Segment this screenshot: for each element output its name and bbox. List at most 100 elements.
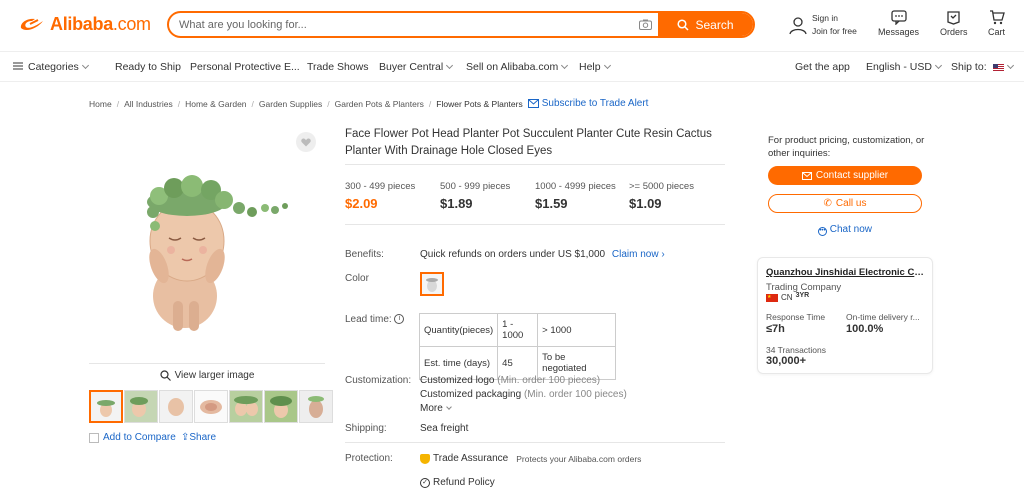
orders-button[interactable]: Orders xyxy=(940,10,968,37)
alibaba-logo-icon xyxy=(20,18,43,31)
claim-now-link[interactable]: Claim now › xyxy=(612,249,665,260)
supplier-origin: CN 3YR xyxy=(766,292,809,302)
table-cell: 1 - 1000 xyxy=(497,313,539,347)
more-link[interactable]: More xyxy=(420,403,452,414)
breadcrumb-item[interactable]: Garden Pots & Planters xyxy=(335,99,424,109)
price-tier-qty: 300 - 499 pieces xyxy=(345,181,416,192)
custom-packaging-row: Customized packaging (Min. order 100 pie… xyxy=(420,389,627,400)
chat-now-label: Chat now xyxy=(829,224,873,235)
nav-trade-shows[interactable]: Trade Shows xyxy=(307,61,368,73)
nav-ship-to[interactable]: Ship to: xyxy=(951,61,1014,73)
subscribe-trade-alert-link[interactable]: Subscribe to Trade Alert xyxy=(527,98,649,109)
nav-buyer-central-label: Buyer Central xyxy=(379,61,444,73)
on-time-value: 100.0% xyxy=(846,323,884,335)
protection-label: Protection: xyxy=(345,453,393,464)
product-thumbnail[interactable] xyxy=(229,390,263,423)
custom-logo-row: Customized logo (Min. order 100 pieces) xyxy=(420,375,600,386)
sign-in-link[interactable]: Sign in xyxy=(812,12,857,25)
lead-time-text: Lead time: xyxy=(345,314,392,325)
messages-button[interactable]: Messages xyxy=(878,10,919,37)
response-time-value: ≤7h xyxy=(766,323,785,335)
add-to-compare[interactable]: Add to Compare xyxy=(89,432,176,443)
nav-sell[interactable]: Sell on Alibaba.com xyxy=(466,61,569,73)
lead-time-table: Quantity(pieces) 1 - 1000 > 1000 Est. ti… xyxy=(418,313,617,380)
nav-help-label: Help xyxy=(579,61,601,73)
breadcrumb-item[interactable]: Garden Supplies xyxy=(259,99,322,109)
trade-assurance-label: Trade Assurance xyxy=(433,453,509,464)
chevron-down-icon xyxy=(446,61,454,70)
price-tier-price: $1.09 xyxy=(629,196,662,211)
logo-suffix: .com xyxy=(112,13,151,34)
supplier-name-link[interactable]: Quanzhou Jinshidai Electronic Com... xyxy=(766,267,928,278)
nav-get-app[interactable]: Get the app xyxy=(795,61,850,73)
breadcrumb-item[interactable]: Flower Pots & Planters xyxy=(436,99,522,109)
trade-assurance-row[interactable]: Trade Assurance Protects your Alibaba.co… xyxy=(420,453,641,464)
share-link[interactable]: ⇪Share xyxy=(181,432,216,443)
product-thumbnail[interactable] xyxy=(124,390,158,423)
refund-policy-label: Refund Policy xyxy=(433,477,495,488)
info-icon[interactable]: i xyxy=(394,314,405,325)
chevron-down-icon xyxy=(603,61,611,70)
call-us-label: Call us xyxy=(835,198,867,209)
cart-button[interactable]: Cart xyxy=(988,10,1005,37)
color-label: Color xyxy=(345,273,369,284)
price-tier-price: $1.59 xyxy=(535,196,568,211)
product-thumbnail[interactable] xyxy=(159,390,193,423)
color-swatch[interactable] xyxy=(420,272,444,296)
add-compare-label: Add to Compare xyxy=(103,432,176,443)
orders-icon xyxy=(947,11,960,25)
breadcrumb-item[interactable]: All Industries xyxy=(124,99,173,109)
favorite-heart-icon[interactable] xyxy=(296,132,316,152)
nav-ppe[interactable]: Personal Protective E... xyxy=(190,61,300,73)
chevron-down-icon xyxy=(81,61,89,70)
custom-pack-text: Customized packaging xyxy=(420,389,522,400)
camera-icon[interactable] xyxy=(632,13,658,36)
product-thumbnail[interactable] xyxy=(89,390,123,423)
nav-categories[interactable]: Categories xyxy=(13,61,89,73)
product-thumbnail[interactable] xyxy=(264,390,298,423)
nav-language-currency[interactable]: English - USD xyxy=(866,61,942,73)
refund-policy-row[interactable]: ✓ Refund Policy xyxy=(420,477,495,488)
nav-help[interactable]: Help xyxy=(579,61,611,73)
chevron-down-icon xyxy=(445,404,452,410)
search-button[interactable]: Search xyxy=(658,13,753,36)
price-tier: 300 - 499 pieces $2.09 xyxy=(345,181,415,211)
us-flag-icon xyxy=(992,63,1004,71)
table-cell: > 1000 xyxy=(537,313,617,347)
view-larger-label: View larger image xyxy=(174,370,255,381)
breadcrumb-item[interactable]: Home xyxy=(89,99,112,109)
join-free-link[interactable]: Join for free xyxy=(812,25,857,38)
alibaba-logo[interactable]: Alibaba.com xyxy=(18,12,151,36)
nav-sell-label: Sell on Alibaba.com xyxy=(466,61,559,73)
messages-label: Messages xyxy=(878,27,920,37)
view-larger-image-link[interactable]: View larger image xyxy=(89,370,325,381)
sign-in-area[interactable]: Sign in Join for free xyxy=(788,12,857,38)
compare-checkbox[interactable] xyxy=(89,432,99,443)
chevron-down-icon xyxy=(934,61,942,70)
claim-now-label: Claim now xyxy=(611,249,659,260)
search-input[interactable] xyxy=(169,13,632,36)
custom-pack-min: (Min. order 100 pieces) xyxy=(523,389,627,400)
transactions-value: 30,000+ xyxy=(766,355,807,367)
benefits-value: Quick refunds on orders under US $1,000 … xyxy=(420,249,665,260)
contact-supplier-button[interactable]: Contact supplier xyxy=(768,166,922,185)
nav-categories-label: Categories xyxy=(28,61,79,73)
nav-ship-to-label: Ship to: xyxy=(951,61,987,73)
product-thumbnail[interactable] xyxy=(194,390,228,423)
breadcrumb-item[interactable]: Home & Garden xyxy=(185,99,246,109)
nav-buyer-central[interactable]: Buyer Central xyxy=(379,61,454,73)
subscribe-label: Subscribe to Trade Alert xyxy=(541,98,649,109)
product-thumbnail[interactable] xyxy=(299,390,333,423)
china-flag-icon xyxy=(766,293,778,302)
call-us-button[interactable]: ✆ Call us xyxy=(768,194,922,213)
search-bar: Search xyxy=(167,11,755,38)
price-tier-price: $1.89 xyxy=(440,196,473,211)
breadcrumb: Home / All Industries / Home & Garden / Gar… xyxy=(89,98,649,109)
nav-ready-to-ship[interactable]: Ready to Ship xyxy=(115,61,181,73)
chat-now-link[interactable]: ••• Chat now xyxy=(768,224,922,236)
nav-language-label: English - USD xyxy=(866,61,932,73)
table-cell: Quantity(pieces) xyxy=(418,313,499,347)
product-main-image[interactable] xyxy=(89,126,325,362)
product-title: Face Flower Pot Head Planter Pot Succule… xyxy=(345,128,712,157)
chevron-down-icon xyxy=(1006,61,1014,70)
